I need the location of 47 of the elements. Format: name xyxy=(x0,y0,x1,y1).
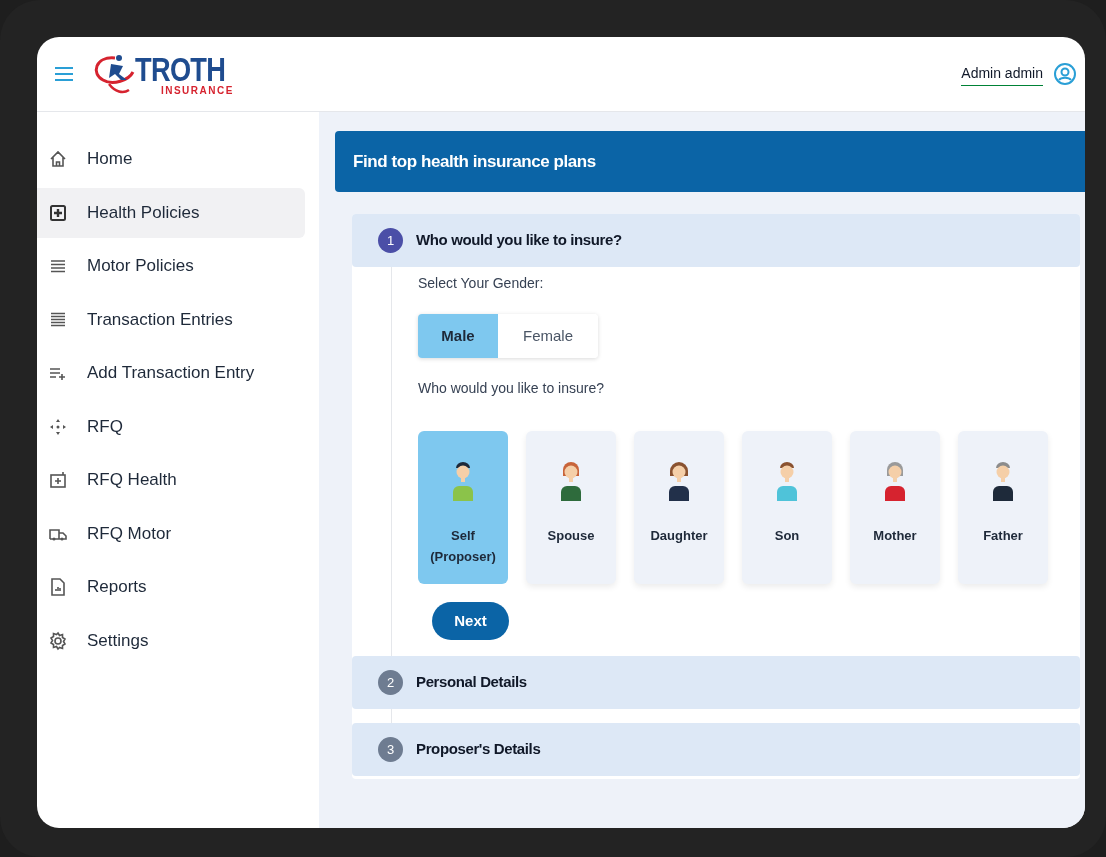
member-label: Spouse xyxy=(546,527,596,545)
sidebar-item[interactable]: Reports xyxy=(37,562,305,612)
sidebar-item[interactable]: RFQ Motor xyxy=(37,508,305,559)
members-label: Who would you like to insure? xyxy=(418,379,605,398)
menu-icon[interactable] xyxy=(53,65,75,83)
user-name-link[interactable]: Admin admin xyxy=(961,62,1043,86)
sidebar-item[interactable]: Transaction Entries xyxy=(37,294,305,345)
gender-option[interactable]: Male xyxy=(418,314,498,358)
next-button[interactable]: Next xyxy=(432,602,509,640)
member-card[interactable]: Mother xyxy=(850,431,940,584)
step-number: 3 xyxy=(378,737,403,762)
member-card[interactable]: Father xyxy=(958,431,1048,584)
gender-label: Select Your Gender: xyxy=(418,274,545,293)
sidebar-item[interactable]: RFQ Health xyxy=(37,455,305,505)
sidebar-item[interactable]: Home xyxy=(37,134,305,184)
report-icon xyxy=(48,577,68,597)
step-title: Proposer's Details xyxy=(416,739,541,760)
logo-tagline: INSURANCE xyxy=(160,84,234,97)
medical-plus-icon xyxy=(48,202,68,223)
logo-name: TROTH xyxy=(135,51,226,86)
member-card[interactable]: Son xyxy=(742,431,832,584)
sidebar-item[interactable]: Add Transaction Entry xyxy=(37,348,305,398)
member-label: Mother xyxy=(872,527,918,545)
hospital-icon xyxy=(48,470,68,490)
step-number: 1 xyxy=(378,228,403,253)
step-header[interactable]: 1 Who would you like to insure? xyxy=(352,214,1080,267)
gender-option[interactable]: Female xyxy=(498,314,598,358)
step-header[interactable]: 2 Personal Details xyxy=(352,656,1080,709)
member-card[interactable]: Daughter xyxy=(634,431,724,584)
banner-title: Find top health insurance plans xyxy=(353,150,596,173)
member-label: Daughter xyxy=(649,527,709,545)
account-icon[interactable] xyxy=(1053,62,1077,86)
step-title: Personal Details xyxy=(416,672,527,693)
member-label: Father xyxy=(982,527,1024,545)
member-card[interactable]: Spouse xyxy=(526,431,616,584)
step-title: Who would you like to insure? xyxy=(416,230,622,251)
member-label: Son xyxy=(773,527,801,545)
sidebar-item[interactable]: Health Policies xyxy=(37,187,305,238)
step-number: 2 xyxy=(378,670,403,695)
member-label: Self (Proposer) xyxy=(429,527,497,566)
member-card[interactable]: Self (Proposer) xyxy=(418,431,508,584)
settings-icon xyxy=(48,630,68,651)
step-header[interactable]: 3 Proposer's Details xyxy=(352,723,1080,776)
sidebar-item[interactable]: Motor Policies xyxy=(37,241,305,291)
sidebar-item[interactable]: Settings xyxy=(37,615,305,666)
sidebar-item[interactable]: RFQ xyxy=(37,401,305,452)
home-icon xyxy=(48,149,68,169)
